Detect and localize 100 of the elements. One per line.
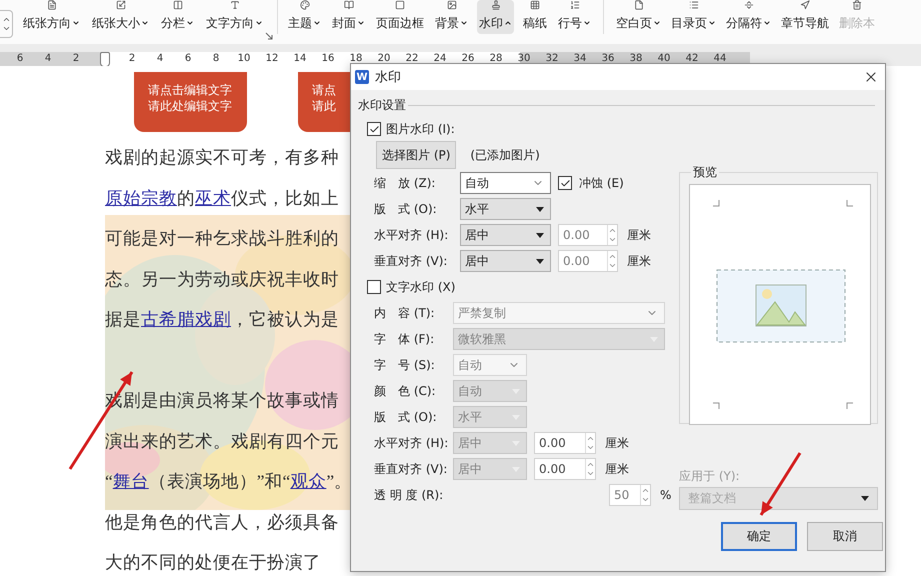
ruler-number: 42: [684, 52, 700, 66]
caret-icon: [255, 19, 263, 27]
checkbox[interactable]: [558, 176, 572, 190]
ruler-number: 22: [404, 52, 420, 66]
numbered-list-icon: [570, 0, 580, 10]
image-icon: [446, 0, 456, 10]
dropdown[interactable]: 水平: [460, 198, 551, 220]
ribbon-button[interactable]: 水印: [477, 0, 514, 34]
text-line: 可能是对一种乞求战斗胜利的: [105, 227, 340, 250]
checkbox[interactable]: [367, 280, 381, 294]
caret-icon: [72, 19, 80, 27]
box-text: 请此处编辑文字: [148, 98, 232, 114]
separator-icon: [744, 0, 754, 10]
caret-icon: [536, 258, 544, 264]
ribbon-button[interactable]: 纸张大小: [90, 0, 151, 34]
frame-icon: [395, 0, 405, 10]
ribbon-button[interactable]: 章节导航: [779, 0, 831, 34]
link[interactable]: 古希腊戏剧: [141, 309, 231, 329]
ribbon-button[interactable]: 主题: [286, 0, 323, 34]
ribbon-button[interactable]: 空白页: [614, 0, 663, 34]
text-box[interactable]: 请点击编辑文字 请此处编辑文字: [134, 72, 247, 132]
ribbon-button[interactable]: 分栏: [159, 0, 196, 34]
text-line: 戏剧的起源实不可考，有多种: [105, 146, 340, 169]
text-box[interactable]: 请点 请此: [298, 72, 350, 132]
dialog-button[interactable]: 确定: [721, 522, 797, 551]
blank-page-icon: [634, 0, 644, 10]
choose-picture-button[interactable]: 选择图片 (P): [376, 141, 456, 169]
down-icon: [2, 24, 10, 33]
trash-icon: [852, 0, 862, 10]
caret-icon: [460, 19, 468, 27]
ruler-number: 24: [432, 52, 448, 66]
navigation-icon: [800, 0, 810, 10]
field-label: 颜 色 (C):: [374, 382, 437, 400]
resize-icon: [116, 0, 126, 10]
field-label: 水平对齐 (H):: [374, 434, 450, 452]
ruler-number: 32: [544, 52, 560, 66]
caret-icon: [313, 19, 321, 27]
ribbon-button[interactable]: 行号: [556, 0, 593, 34]
field-label: 字 体 (F):: [374, 330, 436, 348]
preview-title: 预览: [692, 164, 718, 181]
ribbon-button[interactable]: 分隔符: [724, 0, 773, 34]
ribbon-button[interactable]: 文字方向: [204, 0, 265, 34]
caret-icon: [763, 19, 771, 27]
caret-icon: [504, 19, 512, 27]
caret-icon: [583, 19, 591, 27]
ruler-number: 40: [656, 52, 672, 66]
ruler-number: 38: [628, 52, 644, 66]
field-label: 内 容 (T):: [374, 304, 436, 322]
ribbon-button[interactable]: 目录页: [669, 0, 718, 34]
ribbon-button[interactable]: 封面: [330, 0, 367, 34]
ruler-number: 6: [16, 52, 24, 66]
ruler-number: 4: [156, 52, 164, 66]
field-label: 水平对齐 (H):: [374, 226, 450, 244]
link[interactable]: 舞台: [112, 471, 149, 491]
ruler-number: 16: [320, 52, 336, 66]
link[interactable]: 原始宗教: [105, 188, 177, 208]
check-icon: [560, 178, 570, 188]
launcher-icon[interactable]: [265, 32, 273, 40]
checkbox-label: 冲蚀 (E): [579, 174, 624, 192]
ruler-number: 34: [572, 52, 588, 66]
checkbox[interactable]: [367, 122, 381, 136]
dialog-button[interactable]: 取消: [807, 522, 883, 551]
text-line: 大的不同的处便在于扮演了: [105, 551, 322, 574]
columns-icon: [172, 0, 182, 10]
spin-control[interactable]: [0, 10, 13, 38]
ruler-number: 30: [516, 52, 532, 66]
indent-marker[interactable]: [100, 52, 110, 67]
ruler-number: 6: [184, 52, 192, 66]
ribbon-button[interactable]: 稿纸: [521, 0, 549, 34]
checkbox-label: 图片水印 (I):: [386, 120, 455, 138]
dropdown[interactable]: 居中: [460, 224, 551, 246]
ruler-number: 10: [236, 52, 252, 66]
text-line: “舞台（表演场地）”和“观众”。: [105, 470, 350, 493]
ribbon-button[interactable]: 背景: [433, 0, 470, 34]
ruler-number: 4: [44, 52, 52, 66]
unit-label: %: [660, 488, 672, 502]
field-label: 应用于 (Y):: [679, 468, 741, 485]
unit-label: 厘米: [605, 460, 629, 478]
combo-box[interactable]: 自动: [460, 172, 551, 194]
link[interactable]: 巫术: [195, 188, 231, 208]
section-title: 水印设置: [358, 96, 406, 114]
book-icon: [344, 0, 354, 10]
text-line: 据是古希腊戏剧，它被认为是: [105, 308, 340, 331]
page-icon: [46, 0, 56, 10]
ribbon-button[interactable]: 页面边框: [374, 0, 426, 34]
field-label: 版 式 (O):: [374, 200, 438, 218]
link[interactable]: 观众: [290, 471, 326, 491]
field-label: 透 明 度 (R):: [374, 486, 444, 504]
status-text: (已添加图片): [470, 146, 540, 164]
ribbon-button[interactable]: 纸张方向: [21, 0, 82, 34]
caret-icon: [536, 232, 544, 238]
field-label: 垂直对齐 (V):: [374, 252, 448, 270]
up-icon: [2, 15, 10, 24]
unit-label: 厘米: [627, 252, 651, 270]
caret-icon: [861, 496, 869, 501]
caret-icon: [186, 19, 194, 27]
dropdown[interactable]: 居中: [460, 250, 551, 272]
ruler-number: 8: [212, 52, 220, 66]
caret-icon: [536, 206, 544, 212]
ruler-number: 14: [292, 52, 308, 66]
